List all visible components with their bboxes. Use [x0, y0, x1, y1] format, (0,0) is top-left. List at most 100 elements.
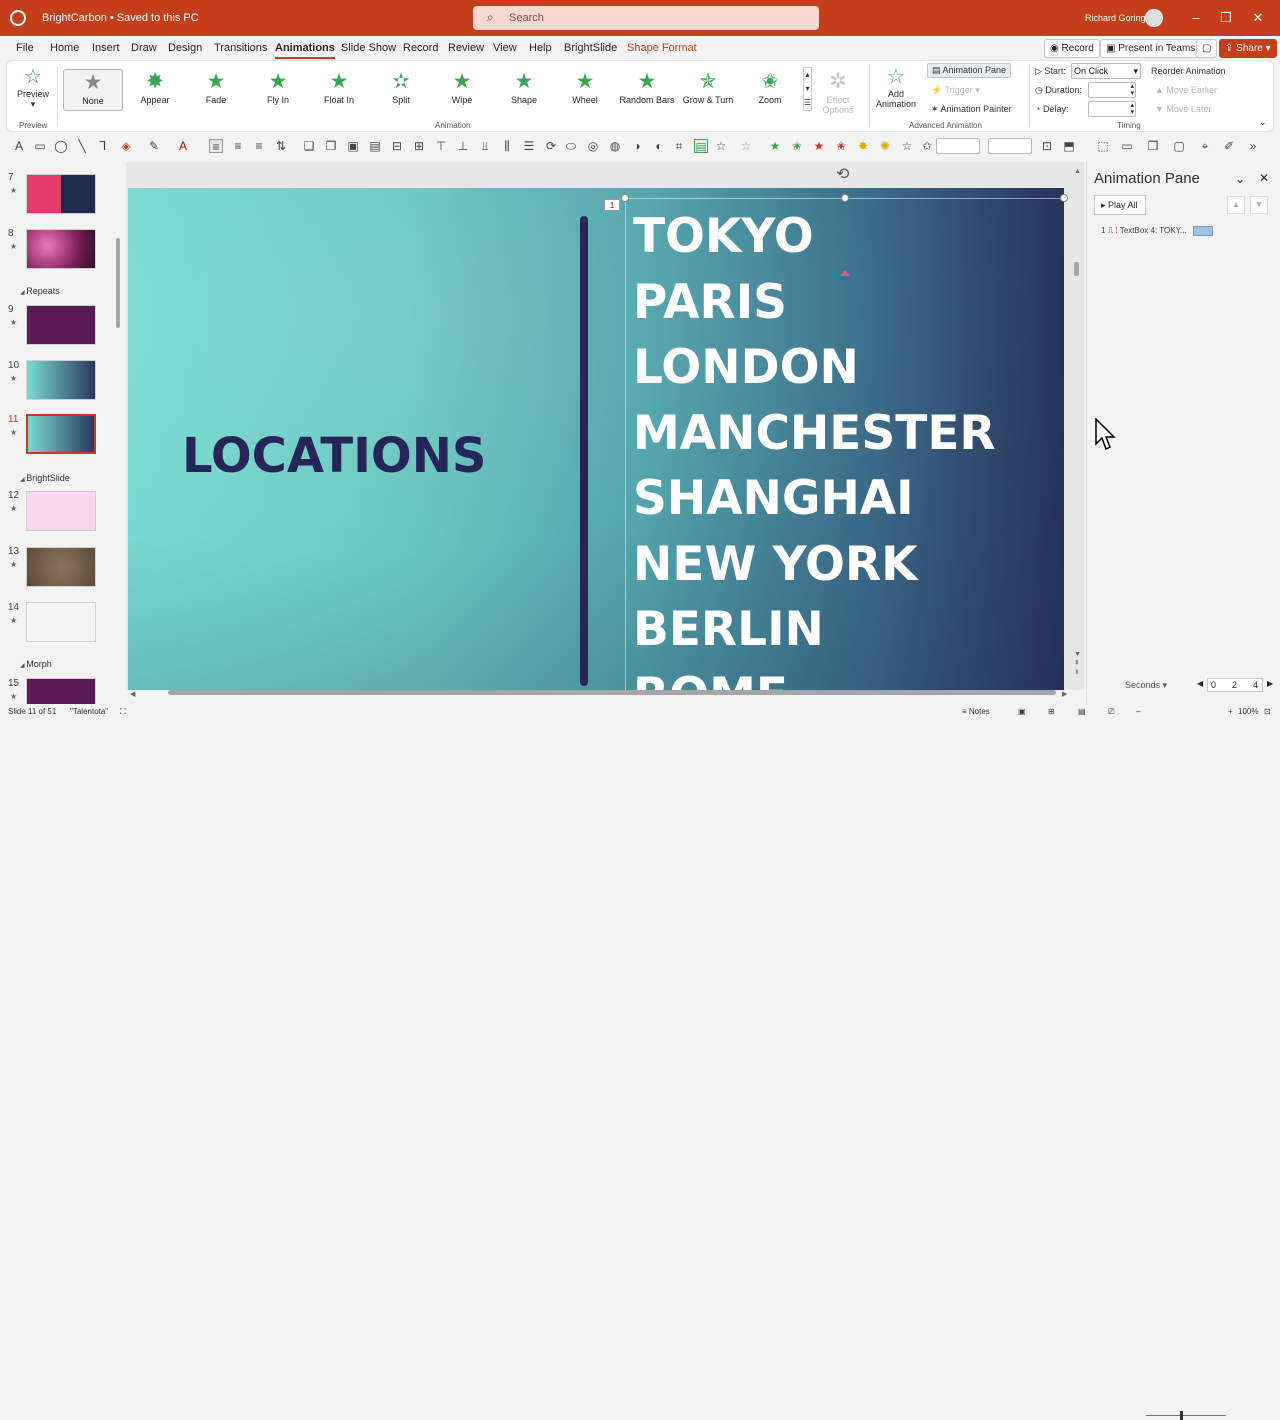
shape-outline-icon[interactable]: ▭	[1120, 139, 1134, 153]
tab-shape-format[interactable]: Shape Format	[627, 42, 697, 54]
tab-record[interactable]: Record	[403, 42, 438, 54]
accessibility-icon[interactable]: ⛶	[120, 707, 126, 717]
slide-thumbnail-10[interactable]	[26, 360, 96, 400]
outline-color-icon[interactable]: ✎	[147, 139, 161, 153]
move-later-button[interactable]: ▼ Move Later	[1155, 104, 1211, 114]
distribute-h-icon[interactable]: ⫼	[500, 139, 514, 153]
tab-brightslide[interactable]: BrightSlide	[564, 42, 617, 54]
scroll-right-icon[interactable]: ▶	[1062, 690, 1067, 698]
anim-shape[interactable]: ★ Shape	[494, 69, 554, 111]
preview-button[interactable]: ☆ Preview ▾	[15, 65, 51, 110]
group-icon[interactable]: ▣	[346, 139, 360, 153]
anim-none[interactable]: ★ None	[63, 69, 123, 111]
vertical-scrollbar[interactable]	[1074, 262, 1079, 276]
close-pane-icon[interactable]: ✕	[1259, 171, 1269, 185]
slide-thumbnail-15[interactable]	[26, 678, 96, 704]
tab-review[interactable]: Review	[448, 42, 484, 54]
rotate-icon[interactable]: ⟳	[544, 139, 558, 153]
star-outline-icon[interactable]: ☆	[900, 139, 914, 153]
ungroup-icon[interactable]: ▤	[368, 139, 382, 153]
emphasis-star-icon[interactable]: ✺	[878, 139, 892, 153]
align-objects-icon[interactable]: ⊟	[390, 139, 404, 153]
align-left-icon[interactable]: ≡	[209, 139, 223, 154]
animation-pane-toggle-icon[interactable]: ▤	[694, 139, 708, 154]
tab-design[interactable]: Design	[168, 42, 202, 54]
anim-grow-turn[interactable]: ✯ Grow & Turn	[678, 69, 738, 111]
normal-view-icon[interactable]: ▣	[1018, 707, 1026, 716]
anim-float-in[interactable]: ★ Float In	[309, 69, 369, 111]
play-all-button[interactable]: ▸ Play All	[1094, 195, 1146, 215]
distribute-icon[interactable]: ⊞	[412, 139, 426, 153]
merge-subtract-icon[interactable]: ◐	[652, 139, 666, 153]
user-name[interactable]: Richard Goring	[1085, 13, 1146, 23]
shape-fill-icon[interactable]: ⬒	[1062, 139, 1076, 153]
move-up-icon[interactable]: ▲	[1227, 196, 1245, 214]
align-center-icon[interactable]: ≡	[231, 139, 245, 153]
anim-zoom[interactable]: ✬ Zoom	[740, 69, 800, 111]
emphasis-star-icon[interactable]: ✸	[856, 139, 870, 153]
restore-icon[interactable]: ❐	[1216, 8, 1236, 28]
comments-button[interactable]: ▢	[1196, 39, 1218, 58]
crop-icon[interactable]: ⌗	[672, 139, 686, 153]
size-icon[interactable]: ⊡	[1040, 139, 1054, 153]
timeline-right-icon[interactable]: ▶	[1267, 679, 1273, 688]
merge-intersect-icon[interactable]: ◑	[630, 139, 644, 153]
resize-handle[interactable]	[841, 194, 849, 202]
tab-view[interactable]: View	[493, 42, 517, 54]
zoom-level[interactable]: 100%	[1238, 707, 1258, 716]
tab-file[interactable]: File	[16, 42, 34, 54]
move-earlier-button[interactable]: ▲ Move Earlier	[1155, 85, 1217, 95]
slide-divider-line[interactable]	[580, 216, 588, 686]
zoom-in-icon[interactable]: +	[1228, 707, 1233, 716]
section-morph[interactable]: Morph	[20, 659, 52, 669]
zoom-slider-thumb[interactable]	[1180, 1411, 1183, 1420]
city-list-textbox[interactable]: TOKYO PARIS LONDON MANCHESTER SHANGHAI N…	[633, 204, 996, 690]
search-box[interactable]: ⌕	[473, 6, 819, 30]
text-box-icon[interactable]: A	[12, 139, 26, 153]
zoom-slider[interactable]	[1146, 1415, 1226, 1416]
section-brightslide[interactable]: BrightSlide	[20, 473, 70, 483]
align-top-icon[interactable]: ⊤	[434, 139, 448, 153]
present-in-teams-button[interactable]: ▣ Present in Teams	[1100, 39, 1202, 58]
slide-thumbnail-8[interactable]	[26, 229, 96, 269]
animation-list-item[interactable]: 1 ⎍ ⁞ TextBox 4: TOKY...	[1101, 226, 1213, 236]
section-repeats[interactable]: Repeats	[20, 286, 60, 296]
minimize-icon[interactable]: –	[1186, 8, 1206, 28]
entrance-star-icon[interactable]: ★	[768, 139, 782, 153]
distribute-v-icon[interactable]: ☰	[522, 139, 536, 153]
anim-split[interactable]: ✫ Split	[371, 69, 431, 111]
tab-draw[interactable]: Draw	[131, 42, 157, 54]
star-outline-icon[interactable]: ☆	[739, 139, 753, 153]
merge-fragment-icon[interactable]: ◍	[608, 139, 622, 153]
paint-icon[interactable]: ⌖	[1198, 139, 1212, 153]
close-icon[interactable]: ✕	[1248, 8, 1268, 28]
motion-path-icon[interactable]: ✩	[920, 139, 934, 153]
slide-thumbnail-14[interactable]	[26, 602, 96, 642]
move-down-icon[interactable]: ▼	[1250, 196, 1268, 214]
add-animation-star-icon[interactable]: ☆	[714, 139, 728, 153]
start-select[interactable]: On Click ▾	[1071, 63, 1141, 79]
line-icon[interactable]: ╲	[75, 139, 89, 153]
reading-view-icon[interactable]: ▤	[1078, 707, 1086, 716]
send-backward-icon[interactable]: ❐	[324, 139, 338, 153]
scroll-down-icon[interactable]: ▼ ⇞ ⇟	[1074, 650, 1081, 677]
slide-title[interactable]: LOCATIONS	[182, 428, 486, 484]
slide-show-icon[interactable]: ⎚	[1108, 707, 1114, 717]
oval-icon[interactable]: ◯	[54, 139, 68, 153]
tab-transitions[interactable]: Transitions	[214, 42, 267, 54]
avatar[interactable]	[1145, 9, 1163, 27]
connector-icon[interactable]: ⅂	[96, 139, 110, 153]
toolbar-input-2[interactable]	[988, 138, 1032, 154]
animation-painter-button[interactable]: ✶ Animation Painter	[931, 104, 1012, 115]
timeline-ruler[interactable]: 0 2 4	[1207, 678, 1263, 692]
chevron-down-icon[interactable]: ⌄	[1235, 172, 1245, 186]
animation-order-tag[interactable]: 1	[604, 199, 620, 211]
fit-slide-icon[interactable]: ⊡	[1264, 707, 1271, 716]
animation-pane-button[interactable]: ▤ Animation Pane	[927, 63, 1012, 78]
copy-icon[interactable]: ❒	[1146, 139, 1160, 153]
resize-handle[interactable]	[621, 194, 629, 202]
slide-sorter-icon[interactable]: ⊞	[1048, 707, 1055, 716]
selection-icon[interactable]: ⬚	[1096, 139, 1110, 153]
notes-button[interactable]: ≡ Notes	[962, 707, 990, 716]
gallery-scroll-icon[interactable]: ▴ ▾ ☰	[803, 67, 812, 111]
